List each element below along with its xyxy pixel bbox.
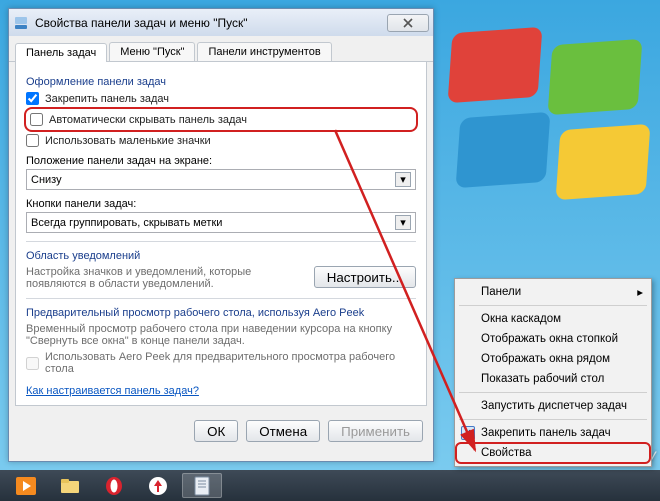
chevron-down-icon: ▾ bbox=[395, 172, 411, 187]
autohide-taskbar-input[interactable] bbox=[30, 113, 43, 126]
taskbar-context-menu: Панели ▸ Окна каскадом Отображать окна с… bbox=[454, 278, 652, 467]
autohide-highlight: Автоматически скрывать панель задач bbox=[24, 107, 418, 132]
menu-separator bbox=[459, 419, 647, 420]
help-link[interactable]: Как настраивается панель задач? bbox=[26, 385, 199, 397]
small-icons-checkbox[interactable]: Использовать маленькие значки bbox=[26, 134, 416, 147]
notification-area-label: Область уведомлений bbox=[26, 250, 416, 262]
menu-label: Панели bbox=[481, 286, 521, 298]
opera-icon[interactable] bbox=[94, 473, 134, 498]
chevron-down-icon: ▾ bbox=[395, 215, 411, 230]
dialog-actions: ОК Отмена Применить bbox=[9, 412, 433, 452]
lock-taskbar-checkbox[interactable]: Закрепить панель задач bbox=[26, 92, 416, 105]
select-value: Всегда группировать, скрывать метки bbox=[31, 217, 222, 229]
app-icon bbox=[13, 15, 29, 31]
notepad-icon[interactable] bbox=[182, 473, 222, 498]
ctx-show-desktop[interactable]: Показать рабочий стол bbox=[457, 369, 649, 389]
tab-taskbar[interactable]: Панель задач bbox=[15, 43, 107, 62]
tab-toolbars[interactable]: Панели инструментов bbox=[197, 42, 331, 61]
ctx-sidebyside[interactable]: Отображать окна рядом bbox=[457, 349, 649, 369]
ctx-properties[interactable]: Свойства bbox=[457, 443, 649, 463]
taskbar[interactable] bbox=[0, 470, 660, 501]
notification-area-desc: Настройка значков и уведомлений, которые… bbox=[26, 266, 306, 290]
appearance-group-label: Оформление панели задач bbox=[26, 76, 416, 88]
aero-peek-label: Предварительный просмотр рабочего стола,… bbox=[26, 307, 416, 319]
ctx-panels[interactable]: Панели ▸ bbox=[457, 282, 649, 302]
tabs: Панель задач Меню "Пуск" Панели инструме… bbox=[9, 36, 433, 62]
titlebar: Свойства панели задач и меню "Пуск" bbox=[9, 8, 433, 36]
divider bbox=[26, 298, 416, 299]
menu-separator bbox=[459, 305, 647, 306]
aero-peek-checkbox[interactable]: Использовать Aero Peek для предварительн… bbox=[26, 351, 416, 375]
checkbox-label: Использовать Aero Peek для предварительн… bbox=[45, 351, 416, 375]
menu-label: Показать рабочий стол bbox=[481, 373, 604, 385]
menu-label: Свойства bbox=[481, 447, 532, 459]
ctx-cascade[interactable]: Окна каскадом bbox=[457, 309, 649, 329]
menu-label: Запустить диспетчер задач bbox=[481, 400, 627, 412]
aero-peek-input[interactable] bbox=[26, 357, 39, 370]
apply-button[interactable]: Применить bbox=[328, 420, 423, 442]
check-icon: ✓ bbox=[461, 426, 475, 440]
taskbar-buttons-select[interactable]: Всегда группировать, скрывать метки ▾ bbox=[26, 212, 416, 233]
select-value: Снизу bbox=[31, 174, 62, 186]
lock-taskbar-input[interactable] bbox=[26, 92, 39, 105]
menu-label: Отображать окна рядом bbox=[481, 353, 610, 365]
yandex-icon[interactable] bbox=[138, 473, 178, 498]
explorer-icon[interactable] bbox=[50, 473, 90, 498]
submenu-arrow-icon: ▸ bbox=[637, 285, 643, 299]
checkbox-label: Закрепить панель задач bbox=[45, 93, 169, 105]
ctx-stacked[interactable]: Отображать окна стопкой bbox=[457, 329, 649, 349]
menu-label: Отображать окна стопкой bbox=[481, 333, 618, 345]
customize-button[interactable]: Настроить... bbox=[314, 266, 416, 288]
window-title: Свойства панели задач и меню "Пуск" bbox=[35, 16, 381, 30]
ctx-task-manager[interactable]: Запустить диспетчер задач bbox=[457, 396, 649, 416]
menu-label: Окна каскадом bbox=[481, 313, 561, 325]
autohide-taskbar-checkbox[interactable]: Автоматически скрывать панель задач bbox=[30, 113, 412, 126]
close-icon bbox=[403, 18, 413, 28]
cancel-button[interactable]: Отмена bbox=[246, 420, 320, 442]
media-player-icon[interactable] bbox=[6, 473, 46, 498]
buttons-label: Кнопки панели задач: bbox=[26, 198, 416, 210]
checkbox-label: Автоматически скрывать панель задач bbox=[49, 114, 247, 126]
desktop-wallpaper bbox=[430, 0, 660, 300]
checkbox-label: Использовать маленькие значки bbox=[45, 135, 211, 147]
position-select[interactable]: Снизу ▾ bbox=[26, 169, 416, 190]
menu-label: Закрепить панель задач bbox=[481, 427, 611, 439]
ok-button[interactable]: ОК bbox=[194, 420, 238, 442]
taskbar-properties-dialog: Свойства панели задач и меню "Пуск" Пане… bbox=[8, 8, 434, 462]
close-button[interactable] bbox=[387, 14, 429, 32]
tab-body: Оформление панели задач Закрепить панель… bbox=[15, 62, 427, 406]
menu-separator bbox=[459, 392, 647, 393]
aero-peek-desc: Временный просмотр рабочего стола при на… bbox=[26, 323, 416, 347]
small-icons-input[interactable] bbox=[26, 134, 39, 147]
ctx-lock-taskbar[interactable]: ✓ Закрепить панель задач bbox=[457, 423, 649, 443]
tab-start-menu[interactable]: Меню "Пуск" bbox=[109, 42, 195, 61]
divider bbox=[26, 241, 416, 242]
position-label: Положение панели задач на экране: bbox=[26, 155, 416, 167]
